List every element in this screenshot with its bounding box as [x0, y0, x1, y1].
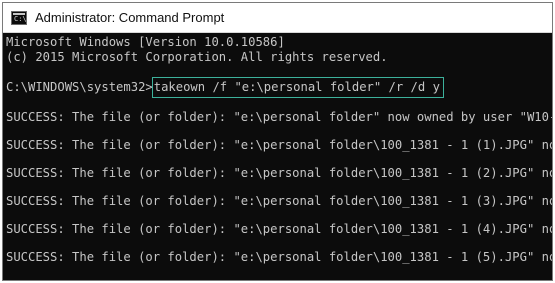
output-line: SUCCESS: The file (or folder): "e:\perso…: [6, 138, 553, 152]
window-title: Administrator: Command Prompt: [35, 10, 225, 25]
command-line: C:\WINDOWS\system32> takeown /f "e:\perso…: [6, 75, 552, 100]
output-line: SUCCESS: The file (or folder): "e:\perso…: [6, 166, 553, 180]
header-version-line: Microsoft Windows [Version 10.0.10586]: [6, 35, 285, 49]
command-prompt-window[interactable]: C:\ Administrator: Command Prompt Micros…: [2, 2, 553, 281]
command-prompt-icon: C:\: [11, 10, 27, 25]
prompt-glyph: C:\: [14, 14, 27, 23]
prompt-path: C:\WINDOWS\system32>: [6, 80, 153, 94]
output-line: SUCCESS: The file (or folder): "e:\perso…: [6, 222, 553, 236]
title-bar[interactable]: C:\ Administrator: Command Prompt: [3, 3, 552, 33]
console-output-area[interactable]: Microsoft Windows [Version 10.0.10586] (…: [3, 33, 552, 280]
highlighted-command: takeown /f "e:\personal folder" /r /d y: [151, 77, 444, 98]
output-line: SUCCESS: The file (or folder): "e:\perso…: [6, 110, 553, 124]
output-line: SUCCESS: The file (or folder): "e:\perso…: [6, 250, 553, 264]
header-copyright-line: (c) 2015 Microsoft Corporation. All righ…: [6, 50, 388, 64]
output-line: SUCCESS: The file (or folder): "e:\perso…: [6, 194, 553, 208]
